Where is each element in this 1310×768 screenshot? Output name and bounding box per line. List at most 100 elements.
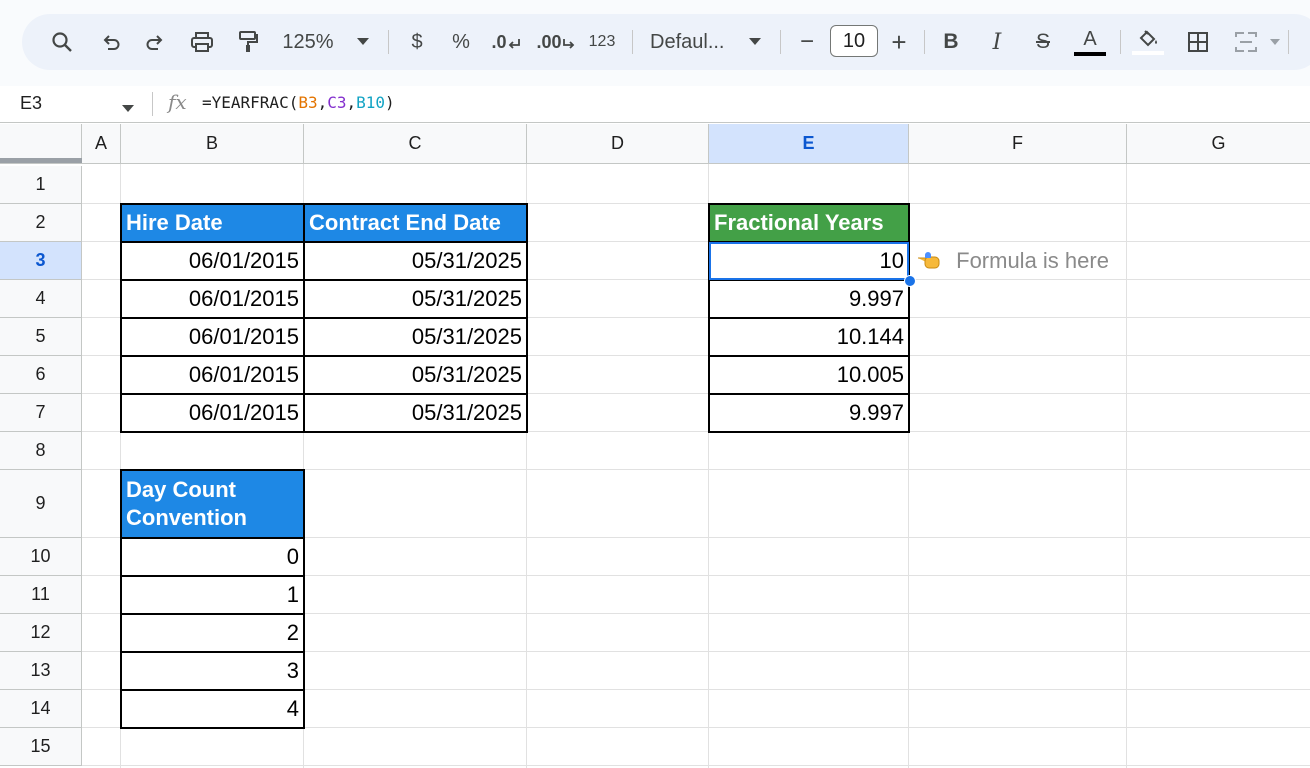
italic-button[interactable]: I xyxy=(982,14,1012,70)
select-all-corner[interactable] xyxy=(0,124,82,164)
toolbar: 125% $ % .0 .00 123 Defaul... − 10 + B I… xyxy=(22,14,1310,70)
annotation-text: Formula is here xyxy=(956,248,1109,273)
cell-c4[interactable]: 05/31/2025 xyxy=(303,279,528,319)
header-contract-end-date[interactable]: Contract End Date xyxy=(303,203,528,243)
strikethrough-button[interactable]: S xyxy=(1028,14,1058,70)
number-format-button[interactable]: 123 xyxy=(584,14,620,70)
text-color-label: A xyxy=(1083,27,1097,50)
increase-font-size-button[interactable]: + xyxy=(884,14,914,70)
print-icon[interactable] xyxy=(184,14,220,70)
decrease-font-size-button[interactable]: − xyxy=(792,14,822,70)
percent-button[interactable]: % xyxy=(446,14,476,70)
currency-button[interactable]: $ xyxy=(402,14,432,70)
font-dropdown-icon[interactable] xyxy=(742,14,768,70)
row-header-9[interactable]: 9 xyxy=(0,470,82,538)
cell-b13[interactable]: 3 xyxy=(120,651,305,691)
row-header-5[interactable]: 5 xyxy=(0,318,82,356)
font-select[interactable]: Defaul... xyxy=(650,14,734,70)
freeze-row-handle[interactable] xyxy=(0,158,82,163)
cell-b7[interactable]: 06/01/2015 xyxy=(120,393,305,433)
cell-b6[interactable]: 06/01/2015 xyxy=(120,355,305,395)
row-header-12[interactable]: 12 xyxy=(0,614,82,652)
cell-e3[interactable]: 10 xyxy=(708,241,910,281)
cell-c3[interactable]: 05/31/2025 xyxy=(303,241,528,281)
merge-cells-icon[interactable] xyxy=(1228,14,1264,70)
row-header-8[interactable]: 8 xyxy=(0,432,82,470)
fill-handle[interactable] xyxy=(904,275,916,287)
cell-e7[interactable]: 9.997 xyxy=(708,393,910,433)
formula-comma: , xyxy=(346,93,357,112)
gridline xyxy=(82,765,1310,766)
row-header-3[interactable]: 3 xyxy=(0,242,82,280)
row-header-7[interactable]: 7 xyxy=(0,394,82,432)
cell-c7[interactable]: 05/31/2025 xyxy=(303,393,528,433)
toolbar-separator xyxy=(632,30,633,54)
row-header-13[interactable]: 13 xyxy=(0,652,82,690)
formula-ref-b10: B10 xyxy=(356,93,386,112)
formula-comma: , xyxy=(317,93,328,112)
cell-c5[interactable]: 05/31/2025 xyxy=(303,317,528,357)
borders-icon[interactable] xyxy=(1180,14,1216,70)
spreadsheet-grid[interactable]: A B C D E F G 1 2 3 4 5 6 7 8 9 10 11 12… xyxy=(0,124,1310,768)
formula-suffix: ) xyxy=(385,93,395,112)
toolbar-area: 125% $ % .0 .00 123 Defaul... − 10 + B I… xyxy=(0,0,1310,86)
bold-button[interactable]: B xyxy=(936,14,966,70)
cell-b3[interactable]: 06/01/2015 xyxy=(120,241,305,281)
header-day-count-line2: Convention xyxy=(126,505,247,530)
formula-prefix: =YEARFRAC( xyxy=(202,93,299,112)
cell-b14[interactable]: 4 xyxy=(120,689,305,729)
cell-e4[interactable]: 9.997 xyxy=(708,279,910,319)
cell-b10[interactable]: 0 xyxy=(120,537,305,577)
cell-b4[interactable]: 06/01/2015 xyxy=(120,279,305,319)
cell-b12[interactable]: 2 xyxy=(120,613,305,653)
cell-b5[interactable]: 06/01/2015 xyxy=(120,317,305,357)
toolbar-separator xyxy=(1120,30,1121,54)
column-header-a[interactable]: A xyxy=(82,124,121,164)
cell-e5[interactable]: 10.144 xyxy=(708,317,910,357)
formula-input[interactable]: =YEARFRAC(B3,C3,B10) xyxy=(202,86,395,122)
column-header-e[interactable]: E xyxy=(709,124,909,164)
paint-format-icon[interactable] xyxy=(230,14,266,70)
merge-dropdown-icon[interactable] xyxy=(1266,14,1284,70)
text-color-button[interactable]: A xyxy=(1072,14,1108,70)
row-header-14[interactable]: 14 xyxy=(0,690,82,728)
formula-annotation: Formula is here xyxy=(916,248,1109,274)
header-fractional-years[interactable]: Fractional Years xyxy=(708,203,910,243)
formula-bar: E3 fx =YEARFRAC(B3,C3,B10) xyxy=(0,86,1310,122)
gridline xyxy=(1126,164,1127,768)
formula-bar-border xyxy=(0,122,1310,123)
header-day-count-line1: Day Count xyxy=(126,477,236,502)
column-header-c[interactable]: C xyxy=(304,124,527,164)
cell-b11[interactable]: 1 xyxy=(120,575,305,615)
search-menus-icon[interactable] xyxy=(44,14,80,70)
row-header-6[interactable]: 6 xyxy=(0,356,82,394)
name-box-dropdown-icon[interactable] xyxy=(122,100,134,118)
row-header-2[interactable]: 2 xyxy=(0,204,82,242)
row-header-10[interactable]: 10 xyxy=(0,538,82,576)
name-box[interactable]: E3 xyxy=(20,86,42,122)
redo-icon[interactable] xyxy=(138,14,172,70)
header-hire-date[interactable]: Hire Date xyxy=(120,203,305,243)
column-header-b[interactable]: B xyxy=(121,124,304,164)
pointing-hand-icon xyxy=(918,252,940,269)
text-color-swatch xyxy=(1074,51,1106,56)
undo-icon[interactable] xyxy=(94,14,128,70)
column-header-d[interactable]: D xyxy=(527,124,709,164)
zoom-dropdown-icon[interactable] xyxy=(350,14,376,70)
column-header-g[interactable]: G xyxy=(1127,124,1310,164)
cell-e6[interactable]: 10.005 xyxy=(708,355,910,395)
font-size-input[interactable]: 10 xyxy=(830,25,878,57)
row-header-4[interactable]: 4 xyxy=(0,280,82,318)
toolbar-separator xyxy=(780,30,781,54)
increase-decimal-button[interactable]: .00 xyxy=(534,14,578,70)
row-header-15[interactable]: 15 xyxy=(0,728,82,766)
fill-color-button[interactable] xyxy=(1130,14,1166,70)
column-header-f[interactable]: F xyxy=(909,124,1127,164)
decrease-decimal-button[interactable]: .0 xyxy=(488,14,524,70)
arrow-right-icon xyxy=(562,39,574,49)
header-day-count-convention[interactable]: Day Count Convention xyxy=(120,469,305,539)
row-header-1[interactable]: 1 xyxy=(0,166,82,204)
zoom-select[interactable]: 125% xyxy=(280,14,336,70)
cell-c6[interactable]: 05/31/2025 xyxy=(303,355,528,395)
row-header-11[interactable]: 11 xyxy=(0,576,82,614)
